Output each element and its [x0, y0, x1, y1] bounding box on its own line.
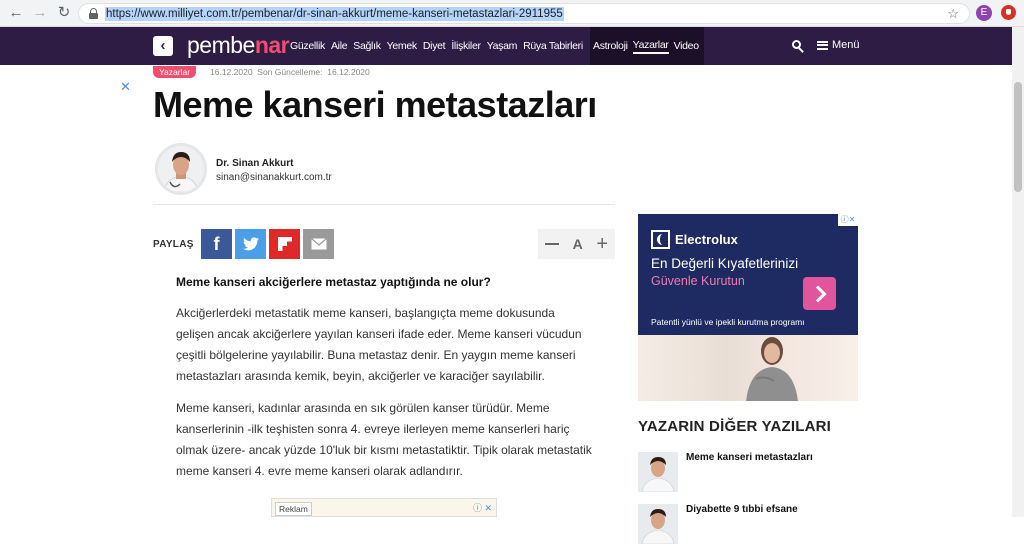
site-header: ‹ pembenar Güzellik Aile Sağlık Yemek Di… — [0, 27, 1012, 65]
close-ad-icon[interactable]: ✕ — [120, 79, 131, 95]
nav-item[interactable]: Güzellik — [290, 40, 325, 52]
article-question: Meme kanseri akciğerlere metastaz yaptığ… — [176, 275, 491, 289]
font-size-label: A — [572, 236, 583, 252]
divider — [153, 204, 615, 205]
logo-suffix: nar — [254, 32, 290, 58]
nav-item[interactable]: Diyet — [423, 40, 446, 52]
ad-banner: Electrolux En Değerli Kıyafetlerinizi Gü… — [638, 214, 858, 335]
author-avatar[interactable] — [155, 143, 207, 195]
scrollbar-thumb[interactable] — [1014, 82, 1022, 192]
bookmark-star-icon[interactable]: ☆ — [947, 6, 959, 22]
menu-button[interactable]: Menü — [817, 39, 860, 51]
flipboard-icon — [277, 237, 292, 251]
back-arrow-icon[interactable]: ← — [8, 5, 24, 21]
ad-brand: Electrolux — [651, 230, 738, 249]
ad-info-icon[interactable]: ⓘ✕ — [838, 214, 858, 226]
mail-icon — [310, 238, 327, 250]
nav-item[interactable]: Aile — [331, 40, 348, 52]
site-logo[interactable]: pembenar — [187, 32, 290, 59]
font-size-control: A + — [538, 229, 615, 259]
nav-item[interactable]: Sağlık — [353, 40, 381, 52]
reload-icon[interactable]: ↻ — [56, 5, 72, 21]
facebook-share-button[interactable]: f — [201, 229, 232, 259]
nav-item[interactable]: Rüya Tabirleri — [523, 40, 583, 52]
logo-prefix: pembe — [187, 32, 255, 58]
list-item[interactable]: Meme kanseri metastazları — [638, 452, 858, 494]
facebook-icon: f — [213, 233, 220, 254]
ad-label: Reklam — [275, 502, 312, 516]
ad-headline: En Değerli Kıyafetlerinizi — [651, 256, 799, 271]
menu-label: Menü — [832, 39, 860, 51]
increase-font-button[interactable]: + — [596, 234, 608, 254]
search-icon[interactable] — [792, 40, 804, 53]
article-paragraph: Akciğerlerdeki metastatik meme kanseri, … — [176, 306, 582, 383]
browser-toolbar: ← → ↻ https://www.milliyet.com.tr/pemben… — [0, 0, 1024, 27]
twitter-icon — [242, 237, 259, 251]
twitter-share-button[interactable] — [235, 229, 266, 259]
nav-item-video[interactable]: Video — [674, 40, 699, 52]
ad-brand-name: Electrolux — [675, 232, 738, 247]
electrolux-logo-icon — [651, 230, 670, 249]
chevron-left-icon[interactable]: ‹ — [153, 36, 173, 56]
extension-icon[interactable] — [1001, 5, 1016, 20]
nav-item[interactable]: Yaşam — [487, 40, 518, 52]
article-body: Meme kanseri akciğerlere metastaz yaptığ… — [176, 275, 596, 493]
author-name[interactable]: Dr. Sinan Akkurt — [216, 158, 293, 169]
lock-icon — [89, 8, 98, 19]
nav-item-astroloji[interactable]: Astroloji — [593, 40, 628, 52]
secondary-nav: Astroloji Yazarlar Video — [590, 27, 704, 65]
nav-item[interactable]: Yemek — [387, 40, 418, 52]
ad-arrow-button[interactable] — [803, 277, 836, 310]
profile-avatar[interactable]: E — [976, 5, 992, 21]
updated-date: 16.12.2020 — [327, 67, 370, 77]
category-badge[interactable]: Yazarlar — [153, 66, 197, 78]
ad-caption: Patentli yünlü ve ipekli kurutma program… — [651, 317, 805, 327]
decrease-font-button[interactable] — [544, 243, 559, 245]
list-item[interactable]: Diyabette 9 tıbbi efsane — [638, 504, 858, 546]
sidebar-ad[interactable]: Electrolux En Değerli Kıyafetlerinizi Gü… — [638, 214, 858, 401]
article-paragraph: Meme kanseri, kadınlar arasında en sık g… — [176, 401, 592, 478]
nav-item-yazarlar[interactable]: Yazarlar — [632, 39, 669, 54]
article-dates: 16.12.2020 Son Güncelleme: 16.12.2020 — [210, 67, 370, 77]
author-email[interactable]: sinan@sinanakkurt.com.tr — [216, 172, 332, 183]
hamburger-icon — [817, 40, 828, 50]
page-title: Meme kanseri metastazları — [153, 84, 597, 125]
inline-ad[interactable]: Reklam ⓘ ✕ — [271, 498, 497, 517]
url-text[interactable]: https://www.milliyet.com.tr/pembenar/dr-… — [105, 7, 564, 21]
ad-woman-image — [746, 337, 798, 401]
list-item-label[interactable]: Diyabette 9 tıbbi efsane — [686, 504, 798, 515]
publish-date: 16.12.2020 — [210, 67, 253, 77]
page-scrollbar[interactable] — [1012, 27, 1024, 517]
mail-share-button[interactable] — [303, 229, 334, 259]
ad-subheadline: Güvenle Kurutun — [651, 274, 745, 288]
flipboard-share-button[interactable] — [269, 229, 300, 259]
article-thumbnail[interactable] — [638, 504, 678, 544]
sidebar-title: YAZARIN DİĞER YAZILARI — [638, 418, 832, 435]
share-label: PAYLAŞ — [153, 239, 194, 250]
address-bar[interactable]: https://www.milliyet.com.tr/pembenar/dr-… — [78, 3, 970, 24]
updated-label: Son Güncelleme: — [257, 67, 323, 77]
list-item-label[interactable]: Meme kanseri metastazları — [686, 452, 813, 463]
main-nav: Güzellik Aile Sağlık Yemek Diyet İlişkil… — [290, 27, 589, 65]
ad-choices-icon[interactable]: ⓘ ✕ — [473, 501, 492, 514]
article-thumbnail[interactable] — [638, 452, 678, 492]
forward-arrow-icon[interactable]: → — [32, 5, 48, 21]
ad-photo — [638, 335, 858, 401]
nav-item[interactable]: İlişkiler — [451, 40, 481, 52]
